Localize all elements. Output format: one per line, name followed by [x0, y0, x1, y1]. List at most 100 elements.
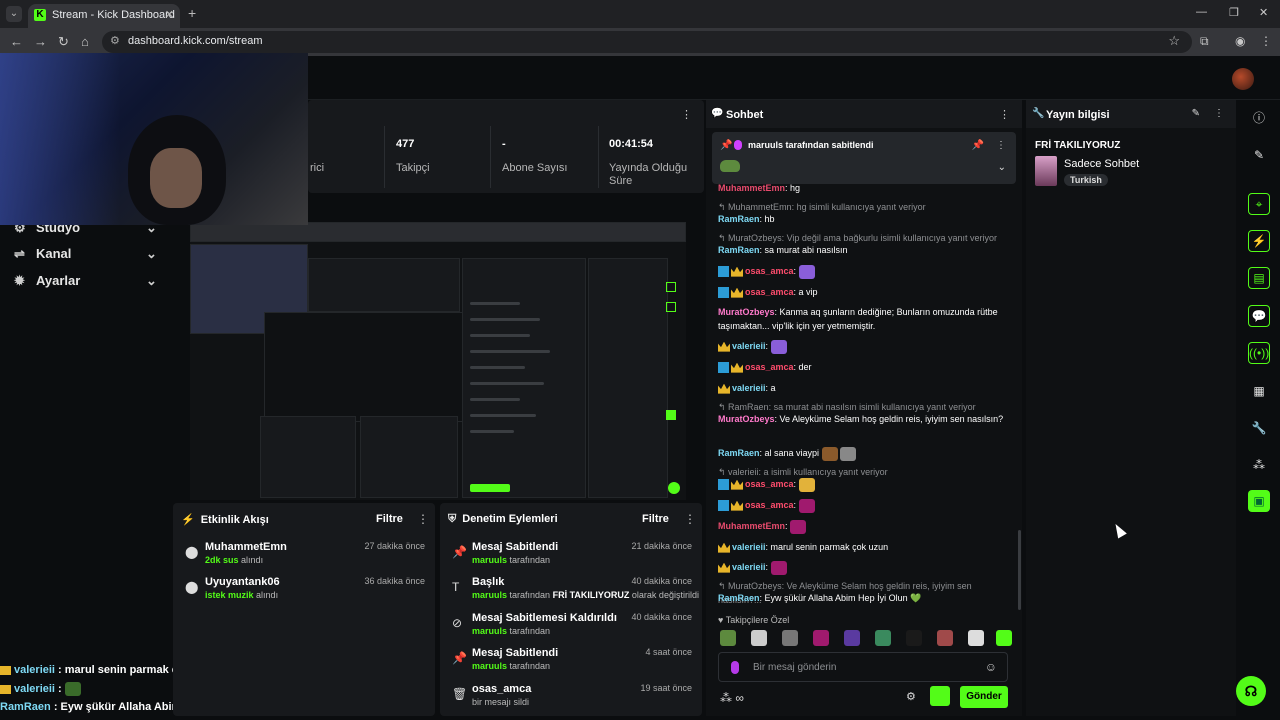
pin-icon: 📌	[452, 651, 467, 665]
emote-icon[interactable]	[813, 630, 829, 646]
moderation-panel: ⛨ Denetim Eylemleri Filtre ⋮ 📌 Mesaj Sabi…	[440, 503, 702, 716]
emote-icon[interactable]	[906, 630, 922, 646]
new-tab-button[interactable]: +	[188, 5, 196, 21]
chat-icon[interactable]: 💬	[1248, 305, 1270, 327]
profile-icon[interactable]: ◉	[1235, 34, 1245, 48]
chat-header: 💬 Sohbet ⋮	[706, 100, 1022, 128]
chat-message: valerieii: marul senin parmak çok uzun	[718, 540, 1010, 554]
emote-icon[interactable]	[968, 630, 984, 646]
stream-info-panel: 🔧 Yayın bilgisi ✎ ⋮ FRİ TAKILIYORUZ Sade…	[1026, 100, 1236, 716]
chat-message: MuhammetEmn:	[718, 519, 1010, 534]
pinned-message[interactable]: 📌 maruuls tarafından sabitlendi 📌 ⋮ ⌄	[712, 132, 1016, 184]
moderation-menu-icon[interactable]: ⋮	[684, 512, 696, 526]
nav-label: Ayarlar	[36, 273, 81, 288]
address-bar[interactable]: ⚙ dashboard.kick.com/stream ☆	[102, 31, 1192, 53]
emote-icon[interactable]	[782, 630, 798, 646]
help-chat-icon[interactable]: ☊	[1236, 676, 1266, 706]
pin-icon: 📌	[720, 140, 733, 151]
activity-event: ⬤ MuhammetEmn 2dk sus alındı 27 dakika ö…	[185, 541, 425, 565]
emote-icon[interactable]	[875, 630, 891, 646]
tab-title: Stream - Kick Dashboard	[52, 9, 175, 21]
close-window-button[interactable]: ✕	[1259, 6, 1268, 19]
chat-scrollbar[interactable]	[1018, 530, 1021, 610]
chat-title: Sohbet	[726, 109, 764, 121]
layout-icon[interactable]: ▦	[1248, 380, 1270, 402]
preview-live-indicator[interactable]	[668, 482, 680, 494]
tab-search-button[interactable]: ⌄	[6, 6, 22, 22]
wrench-icon[interactable]: 🔧	[1248, 417, 1270, 439]
stream-preview[interactable]	[190, 222, 686, 500]
unpin-icon: ⊘	[452, 616, 463, 630]
stream-title: FRİ TAKILIYORUZ	[1035, 140, 1121, 151]
site-info-icon[interactable]: ⚙	[110, 34, 120, 47]
activity-menu-icon[interactable]: ⋮	[417, 512, 429, 526]
chat-message: osas_amca:	[718, 477, 1010, 492]
send-button[interactable]: Gönder	[960, 686, 1008, 708]
emote-icon[interactable]	[937, 630, 953, 646]
chat-options-icon[interactable]: ⁂ ∞	[720, 691, 744, 705]
stat-uptime: 00:41:54 Yayında Olduğu Süre	[609, 138, 688, 187]
clipboard-icon[interactable]: ▤	[1248, 267, 1270, 289]
chevron-down-icon[interactable]: ⌄	[998, 162, 1006, 173]
frog-emote-icon	[720, 160, 740, 172]
shield-icon: ⛨	[448, 513, 457, 525]
browser-tab[interactable]: K Stream - Kick Dashboard ✕	[28, 4, 180, 28]
channel-icon: ⇌	[14, 246, 25, 261]
moderation-event: 📌 Mesaj Sabitlendi maruuls tarafından 21…	[452, 541, 692, 565]
chat-message: osas_amca:	[718, 498, 1010, 513]
pen-icon[interactable]: ✎	[1248, 144, 1270, 166]
moderation-filter-button[interactable]: Filtre	[642, 513, 669, 525]
chat-message: MuratOzbeys: Kanma aq şunların dediğine;…	[718, 307, 998, 331]
stream-stats-panel: ⋮ rici 477 Takipçi - Abone Sayısı 00:41:…	[308, 100, 704, 193]
chat-message: valerieii:	[718, 560, 1010, 575]
users-icon[interactable]: ⁂	[1248, 454, 1270, 476]
emote-icon[interactable]	[996, 630, 1012, 646]
emote-bar-title: ♥ Takipçilere Özel	[718, 615, 790, 625]
close-tab-icon[interactable]: ✕	[165, 8, 174, 21]
gear-icon: ✹	[14, 273, 25, 288]
nav-item-channel[interactable]: ⇌ Kanal ⌄	[14, 246, 157, 262]
stat-followers: 477 Takipçi	[396, 138, 430, 174]
edit-icon[interactable]: ✎	[1192, 108, 1200, 119]
activity-filter-button[interactable]: Filtre	[376, 513, 403, 525]
chat-settings-icon[interactable]: ⚙	[906, 690, 916, 703]
pinned-menu-icon[interactable]: ⋮	[996, 140, 1006, 151]
reload-icon[interactable]: ↻	[58, 34, 69, 50]
activity-feed-panel: ⚡ Etkinlik Akışı Filtre ⋮ ⬤ MuhammetEmn 2…	[173, 503, 435, 716]
emote-picker-button[interactable]	[930, 686, 950, 706]
home-icon[interactable]: ⌂	[81, 34, 89, 49]
emoji-icon[interactable]: ☺	[985, 660, 997, 674]
chat-message: valerieii: a	[718, 381, 1010, 395]
chat-menu-icon[interactable]: ⋮	[999, 108, 1010, 121]
emote-icon[interactable]	[751, 630, 767, 646]
nav-label: Kanal	[36, 246, 72, 261]
stat-subscribers: - Abone Sayısı	[502, 138, 568, 174]
stream-info-header: 🔧 Yayın bilgisi ✎ ⋮	[1026, 100, 1236, 128]
bookmark-star-icon[interactable]: ☆	[1168, 33, 1180, 49]
bolt-icon[interactable]: ⚡	[1248, 230, 1270, 252]
user-avatar[interactable]	[1232, 68, 1254, 90]
title-icon: T	[452, 580, 460, 594]
forward-icon[interactable]: →	[34, 34, 47, 49]
unpin-icon[interactable]: 📌	[972, 140, 984, 151]
info-icon[interactable]: ⓘ	[1248, 107, 1270, 129]
minimize-button[interactable]: —	[1196, 6, 1207, 18]
stats-menu-icon[interactable]: ⋮	[681, 108, 692, 121]
restore-button[interactable]: ❐	[1229, 6, 1239, 19]
browser-menu-icon[interactable]: ⋮	[1260, 34, 1272, 48]
moderation-event: ⊘ Mesaj Sabitlemesi Kaldırıldı maruuls t…	[452, 612, 692, 636]
broadcast-icon[interactable]: ((•))	[1248, 342, 1270, 364]
back-icon[interactable]: ←	[10, 34, 23, 49]
info-menu-icon[interactable]: ⋮	[1214, 108, 1224, 119]
mic-badge-icon	[734, 140, 742, 150]
extensions-icon[interactable]: ⧉	[1200, 34, 1209, 49]
browser-toolbar: ← → ↻ ⌂ ⚙ dashboard.kick.com/stream ☆ ⧉ …	[0, 28, 1280, 56]
chat-message: RamRaen: al sana viaypi	[718, 446, 1010, 461]
focus-icon[interactable]: ⌖	[1248, 193, 1270, 215]
chat-input[interactable]: Bir mesaj gönderin ☺	[718, 652, 1008, 682]
nav-item-settings[interactable]: ✹ Ayarlar ⌄	[14, 273, 157, 289]
kick-app-icon[interactable]: ▣	[1248, 490, 1270, 512]
emote-icon[interactable]	[720, 630, 736, 646]
emote-icon[interactable]	[844, 630, 860, 646]
chat-message: MuratOzbeys: Ve Aleyküme Selam hoş geldi…	[718, 414, 1004, 424]
